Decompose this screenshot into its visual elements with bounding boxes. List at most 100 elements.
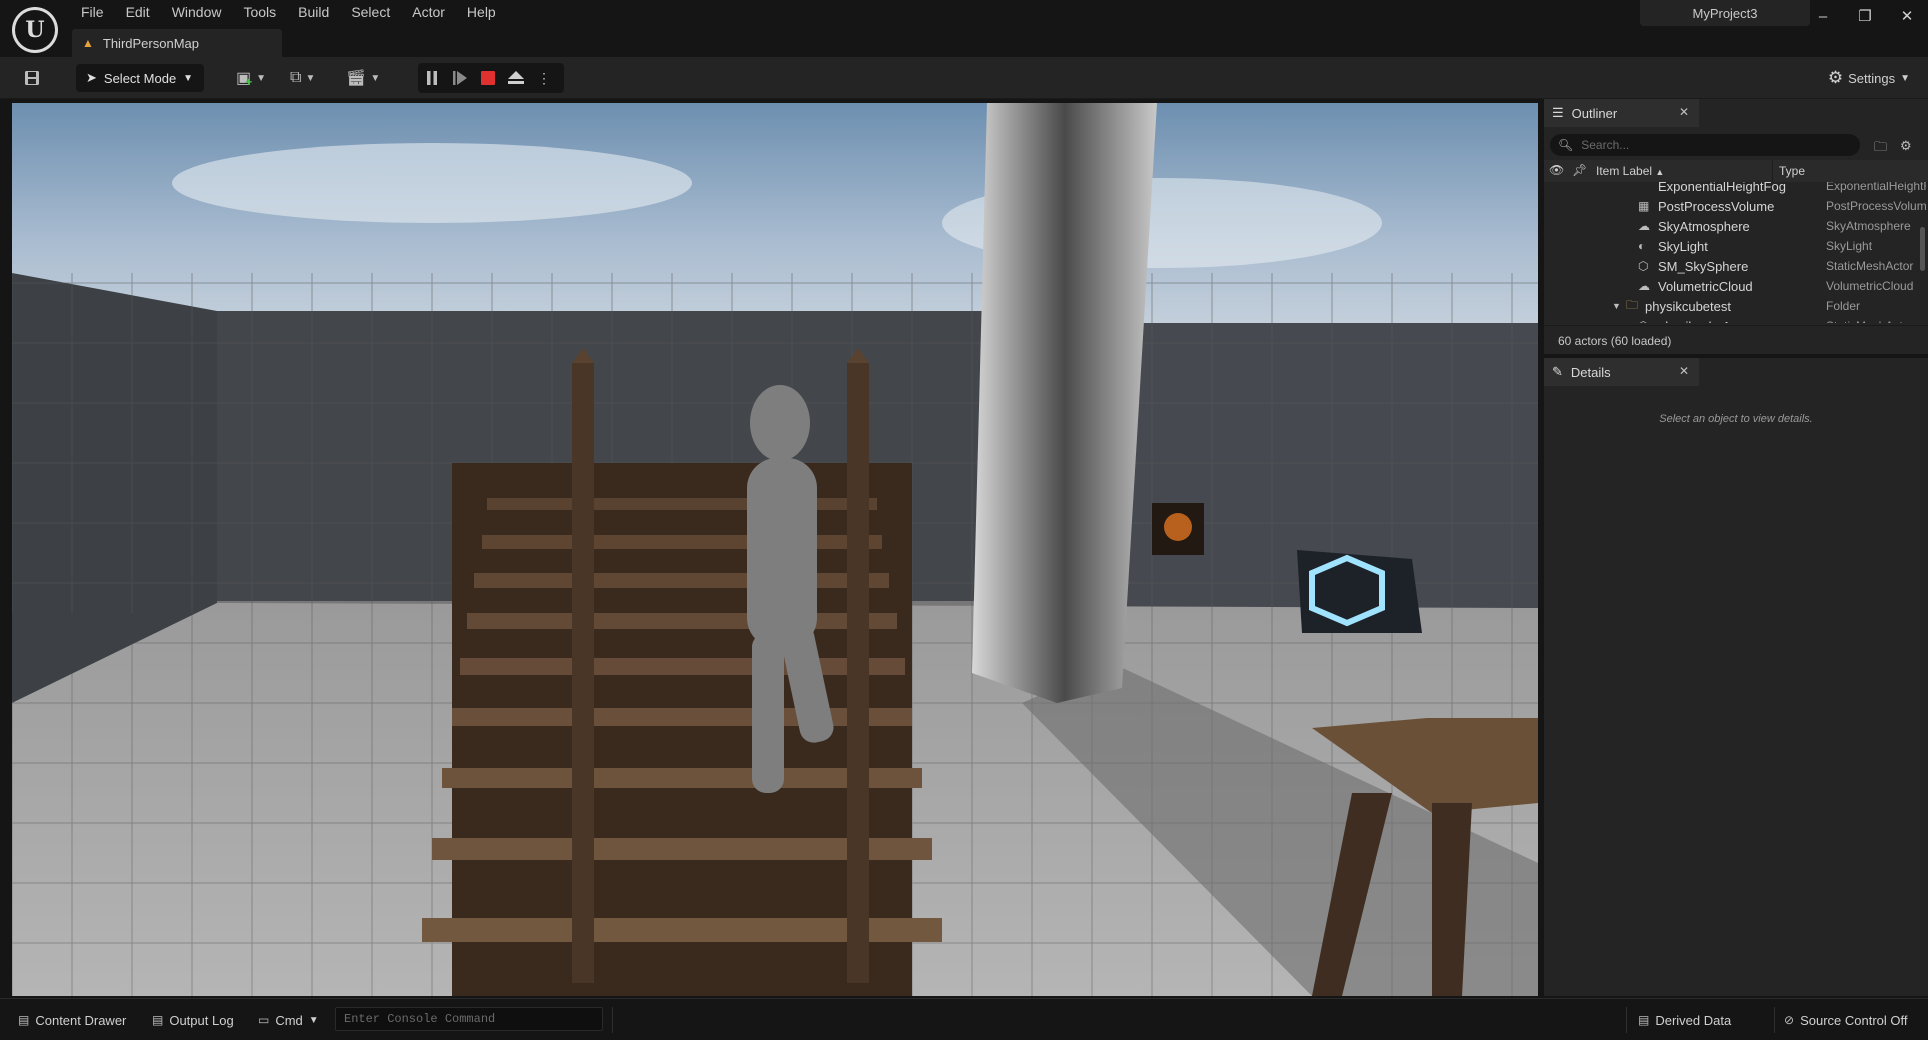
console-command-box	[335, 1007, 603, 1031]
outliner-search-row: 🔍︎ 🗀 ⚙	[1544, 130, 1928, 160]
cinematics-button[interactable]: 🎬︎ ▼	[346, 66, 380, 90]
level-warning-icon: ▲	[82, 36, 94, 50]
cursor-icon: ➤	[86, 70, 97, 85]
tree-row-physikcube1[interactable]: ⬡ physikcube1 StaticMeshActor	[1544, 316, 1928, 324]
close-icon[interactable]: ✕	[1679, 105, 1689, 119]
cmd-dropdown[interactable]: ▭ Cmd ▼	[250, 1007, 327, 1033]
chevron-down-icon: ▼	[305, 72, 316, 84]
menu-help[interactable]: Help	[456, 0, 507, 26]
outliner-scrollbar[interactable]	[1920, 227, 1925, 271]
column-item-label[interactable]: Item Label ▲	[1596, 164, 1664, 178]
atmosphere-icon: ☁	[1638, 219, 1650, 233]
status-bar: ▤ Content Drawer ▤ Output Log ▭ Cmd ▼ ▤ …	[0, 998, 1928, 1040]
content-drawer-button[interactable]: ▤ Content Drawer	[10, 1007, 134, 1033]
select-mode-label: Select Mode	[103, 70, 177, 86]
stop-button[interactable]	[474, 64, 502, 92]
level-viewport[interactable]	[12, 103, 1538, 996]
map-tab-label: ThirdPersonMap	[102, 35, 199, 51]
stop-icon	[481, 71, 495, 85]
eject-button[interactable]	[502, 64, 530, 92]
content-drawer-icon: ▤	[18, 1013, 30, 1027]
window-controls: – ❐ ✕	[1802, 0, 1928, 32]
tab-details[interactable]: ✎ Details ✕	[1544, 358, 1699, 386]
frame-skip-button[interactable]	[446, 64, 474, 92]
gear-icon: ⚙	[1827, 68, 1844, 87]
tree-row-sm-sky-sphere[interactable]: ⬡ SM_SkySphere StaticMeshActor	[1544, 256, 1928, 276]
tab-outliner[interactable]: ☰ Outliner ✕	[1544, 99, 1699, 127]
skylight-icon: ◐	[1638, 239, 1646, 253]
tree-row-type: PostProcessVolume	[1826, 199, 1926, 213]
gear-icon[interactable]: ⚙	[1900, 138, 1912, 154]
divider	[1626, 1007, 1627, 1033]
source-control-label: Source Control Off	[1800, 1012, 1908, 1028]
eye-icon[interactable]: 👁︎	[1549, 163, 1564, 177]
blueprint-button[interactable]: ⧉ ▼	[290, 66, 315, 90]
details-empty-message: Select an object to view details.	[1659, 413, 1813, 425]
tree-row-label: VolumetricCloud	[1658, 278, 1753, 294]
volume-icon: ▦	[1638, 199, 1650, 213]
more-options-icon[interactable]: ⋮	[530, 64, 558, 92]
column-type[interactable]: Type	[1772, 160, 1928, 182]
tree-row-exponential-height-fog[interactable]: ExponentialHeightFog ExponentialHeightFo…	[1544, 182, 1928, 196]
details-tab-label: Details	[1570, 364, 1611, 380]
project-name: MyProject3	[1640, 0, 1810, 26]
settings-button[interactable]: ⚙ Settings ▼	[1828, 66, 1910, 90]
tree-row-sky-light[interactable]: ◐ SkyLight SkyLight	[1544, 236, 1928, 256]
save-icon[interactable]	[20, 66, 44, 90]
close-icon[interactable]: ✕	[1679, 364, 1689, 378]
tree-row-label: physikcube1	[1658, 319, 1730, 324]
divider	[612, 1007, 613, 1033]
menu-tools[interactable]: Tools	[232, 0, 287, 26]
list-icon: ☰	[1552, 105, 1564, 120]
pin-icon[interactable]: 📌︎	[1572, 163, 1587, 177]
menu-edit[interactable]: Edit	[115, 0, 161, 26]
menu-window[interactable]: Window	[161, 0, 233, 26]
tree-row-volumetric-cloud[interactable]: ☁ VolumetricCloud VolumetricCloud	[1544, 276, 1928, 296]
unreal-logo-mark: U	[15, 10, 55, 50]
close-icon[interactable]: ✕	[1886, 0, 1928, 32]
tree-row-type: Folder	[1826, 299, 1861, 313]
outliner-tree: ExponentialHeightFog ExponentialHeightFo…	[1544, 182, 1928, 323]
tree-row-type: StaticMeshActor	[1826, 319, 1926, 323]
add-actor-button[interactable]: ▣ + ▼	[236, 66, 266, 90]
cloud-icon: ☁	[1638, 279, 1650, 293]
content-drawer-label: Content Drawer	[35, 1012, 127, 1028]
chevron-down-icon: ▼	[256, 72, 267, 84]
pause-button[interactable]	[418, 64, 446, 92]
menu-select[interactable]: Select	[340, 0, 401, 26]
details-panel: ✎ Details ✕ Select an object to view det…	[1544, 358, 1928, 996]
derived-data-icon: ▤	[1638, 1013, 1650, 1027]
column-item-label-text: Item Label	[1596, 164, 1653, 178]
static-mesh-icon: ⬡	[1638, 259, 1649, 273]
tree-row-label: ExponentialHeightFog	[1658, 182, 1786, 194]
source-control-button[interactable]: ⊘ Source Control Off	[1776, 1007, 1915, 1033]
tree-row-label: SkyLight	[1658, 238, 1708, 254]
cmd-label: Cmd	[275, 1012, 303, 1028]
tree-row-sky-atmosphere[interactable]: ☁ SkyAtmosphere SkyAtmosphere	[1544, 216, 1928, 236]
expand-arrow-icon[interactable]: ▼	[1612, 301, 1621, 311]
tree-row-type: ExponentialHeightFog	[1826, 182, 1926, 193]
tree-row-physikcubetest[interactable]: ▼ 🗀 physikcubetest Folder	[1544, 296, 1928, 316]
outliner-tab-label: Outliner	[1571, 105, 1618, 121]
settings-label: Settings	[1848, 70, 1896, 86]
tree-row-post-process-volume[interactable]: ▦ PostProcessVolume PostProcessVolume	[1544, 196, 1928, 216]
tree-row-label: PostProcessVolume	[1658, 198, 1775, 214]
menu-build[interactable]: Build	[287, 0, 340, 26]
menu-file[interactable]: File	[70, 0, 115, 26]
output-log-button[interactable]: ▤ Output Log	[144, 1007, 242, 1033]
clapperboard-icon: 🎬︎	[346, 70, 367, 87]
select-mode-dropdown[interactable]: ➤ Select Mode ▼	[76, 64, 204, 92]
restore-icon[interactable]: ❐	[1844, 0, 1886, 32]
chevron-down-icon: ▼	[370, 72, 381, 84]
minimize-icon[interactable]: –	[1802, 0, 1844, 32]
tree-row-type: SkyAtmosphere	[1826, 219, 1911, 233]
pencil-icon: ✎	[1552, 364, 1563, 379]
menu-actor[interactable]: Actor	[401, 0, 456, 26]
chevron-down-icon: ▼	[1900, 72, 1910, 84]
unreal-logo[interactable]: U	[12, 7, 58, 53]
console-command-input[interactable]	[344, 1012, 594, 1026]
tab-third-person-map[interactable]: ▲ ThirdPersonMap	[72, 29, 282, 57]
add-folder-icon[interactable]: 🗀	[1874, 138, 1887, 160]
derived-data-button[interactable]: ▤ Derived Data	[1630, 1007, 1739, 1033]
outliner-search-input[interactable]	[1581, 138, 1852, 152]
